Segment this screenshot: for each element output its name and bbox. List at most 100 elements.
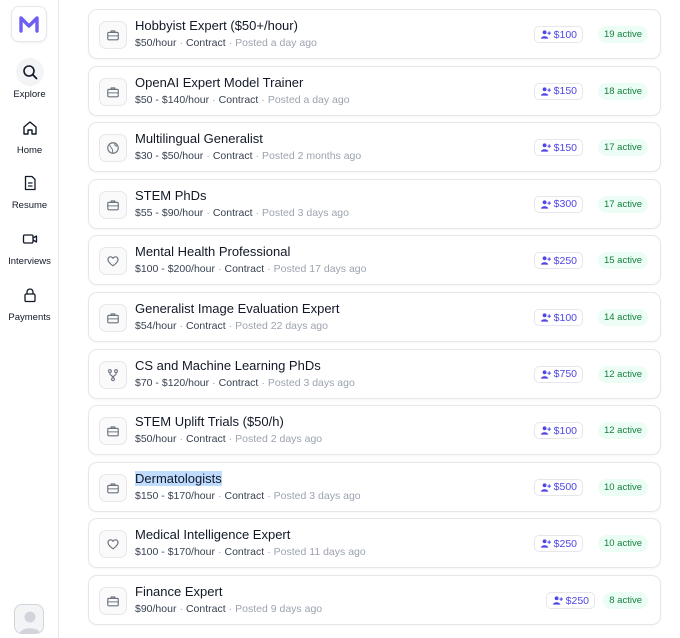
job-rate: $100 - $200/hour	[135, 263, 215, 276]
job-card[interactable]: Generalist Image Evaluation Expert $54/h…	[88, 292, 661, 342]
job-type: Contract	[218, 93, 259, 106]
referral-bonus-badge[interactable]: $150	[533, 82, 583, 100]
job-card[interactable]: Medical Intelligence Expert $100 - $170/…	[88, 518, 661, 569]
briefcase-icon	[99, 21, 127, 49]
referral-bonus-badge[interactable]: $300	[533, 195, 583, 213]
meta-separator: ·	[212, 376, 216, 389]
job-type: Contract	[224, 546, 265, 559]
active-count-badge: 19 active	[597, 26, 648, 43]
meta-separator: ·	[267, 546, 271, 559]
referral-bonus-badge[interactable]: $150	[533, 139, 583, 157]
referral-bonus-badge[interactable]: $500	[533, 478, 583, 496]
referral-bonus-amount: $250	[565, 594, 589, 607]
referral-user-icon	[552, 595, 563, 606]
referral-bonus-amount: $150	[553, 141, 577, 154]
job-title: Medical Intelligence Expert	[135, 527, 291, 543]
job-card[interactable]: CS and Machine Learning PhDs $70 - $120/…	[88, 348, 661, 399]
active-count-badge: 15 active	[597, 252, 648, 270]
referral-bonus-amount: $150	[553, 85, 577, 98]
job-title: Multilingual Generalist	[135, 131, 263, 147]
meta-separator: ·	[179, 603, 183, 615]
meta-separator: ·	[206, 150, 210, 163]
job-meta: $50/hour · Contract · Posted a day ago	[135, 37, 317, 49]
referral-user-icon	[540, 369, 551, 380]
active-count: 17 active	[603, 198, 642, 210]
job-title: STEM Uplift Trials ($50/h)	[135, 414, 284, 430]
job-meta: $100 - $170/hour · Contract · Posted 11 days…	[135, 546, 366, 558]
job-posted: Posted 3 days ago	[262, 206, 349, 219]
referral-user-icon	[540, 482, 551, 493]
referral-bonus-badge[interactable]: $100	[533, 26, 583, 43]
active-count-badge: 17 active	[597, 139, 648, 157]
job-rate: $90/hour	[135, 603, 177, 615]
job-card[interactable]: Finance Expert $90/hour · Contract · Posted …	[88, 575, 661, 625]
sidebar-item-label: Interviews	[8, 256, 51, 267]
job-card[interactable]: STEM Uplift Trials ($50/h) $50/hour · Cont…	[88, 405, 661, 456]
sidebar-item-resume[interactable]: Resume	[0, 169, 59, 211]
document-icon	[16, 169, 44, 197]
avatar[interactable]	[14, 604, 44, 634]
referral-bonus-amount: $500	[553, 481, 577, 494]
referral-user-icon	[540, 199, 551, 210]
referral-user-icon	[540, 29, 551, 40]
meta-separator: ·	[228, 37, 233, 49]
job-card[interactable]: STEM PhDs $55 - $90/hour · Contract · Posted…	[88, 178, 661, 229]
logo[interactable]	[11, 6, 47, 42]
active-count-badge: 12 active	[597, 422, 648, 440]
referral-bonus-amount: $250	[553, 254, 577, 267]
meta-separator: ·	[206, 206, 210, 219]
job-rate: $55 - $90/hour	[135, 206, 204, 219]
sidebar-item-payments[interactable]: Payments	[0, 281, 59, 323]
briefcase-icon	[99, 304, 127, 332]
active-count: 18 active	[603, 85, 642, 97]
active-count-badge: 12 active	[597, 365, 648, 383]
job-card[interactable]: Multilingual Generalist $30 - $50/hour · C…	[88, 122, 661, 173]
active-count: 12 active	[603, 425, 642, 437]
job-card[interactable]: Mental Health Professional $100 - $200/h…	[88, 235, 661, 286]
referral-bonus-badge[interactable]: $750	[533, 365, 583, 383]
job-meta: $50/hour · Contract · Posted 2 days ago	[135, 433, 322, 445]
meta-separator: ·	[228, 603, 233, 615]
referral-bonus-badge[interactable]: $250	[545, 592, 595, 609]
job-title: Dermatologists	[135, 470, 222, 486]
meta-separator: ·	[261, 93, 265, 106]
job-meta: $55 - $90/hour · Contract · Posted 3 days ag…	[135, 207, 349, 219]
job-card[interactable]: Dermatologists $150 - $170/hour · Contract…	[88, 461, 661, 512]
referral-bonus-badge[interactable]: $100	[533, 309, 583, 326]
job-meta: $70 - $120/hour · Contract · Posted 3 days a…	[135, 377, 355, 389]
globe-icon	[99, 134, 127, 163]
briefcase-icon	[99, 77, 127, 106]
active-count: 8 active	[609, 595, 642, 606]
referral-user-icon	[540, 538, 551, 549]
meta-separator: ·	[217, 263, 222, 276]
job-type: Contract	[185, 603, 226, 615]
meta-separator: ·	[217, 546, 222, 559]
job-rate: $70 - $120/hour	[135, 376, 210, 389]
sidebar-item-interviews[interactable]: Interviews	[0, 225, 59, 267]
job-type: Contract	[224, 263, 265, 276]
lock-icon	[16, 281, 44, 309]
job-posted: Posted 3 days ago	[273, 489, 361, 502]
sidebar-item-explore[interactable]: Explore	[0, 58, 59, 100]
job-rate: $100 - $170/hour	[135, 546, 215, 559]
job-rate: $150 - $170/hour	[135, 489, 215, 502]
job-title: CS and Machine Learning PhDs	[135, 357, 321, 373]
meta-separator: ·	[267, 263, 271, 276]
job-card[interactable]: Hobbyist Expert ($50+/hour) $50/hour · Con…	[88, 9, 661, 59]
job-type: Contract	[212, 150, 253, 163]
active-count: 17 active	[603, 142, 642, 154]
job-title: OpenAI Expert Model Trainer	[135, 74, 304, 90]
job-type: Contract	[212, 206, 253, 219]
active-count: 12 active	[603, 368, 642, 380]
sidebar-item-home[interactable]: Home	[0, 114, 59, 156]
user-avatar-icon	[19, 611, 41, 633]
active-count-badge: 14 active	[597, 309, 648, 326]
referral-bonus-badge[interactable]: $250	[533, 535, 583, 553]
referral-bonus-badge[interactable]: $100	[533, 422, 583, 440]
meta-separator: ·	[212, 93, 216, 106]
job-posted: Posted 22 days ago	[235, 320, 328, 332]
referral-bonus-badge[interactable]: $250	[533, 252, 583, 270]
home-icon	[16, 114, 44, 142]
referral-bonus-amount: $300	[553, 198, 577, 211]
job-card[interactable]: OpenAI Expert Model Trainer $50 - $140/h…	[88, 65, 661, 116]
